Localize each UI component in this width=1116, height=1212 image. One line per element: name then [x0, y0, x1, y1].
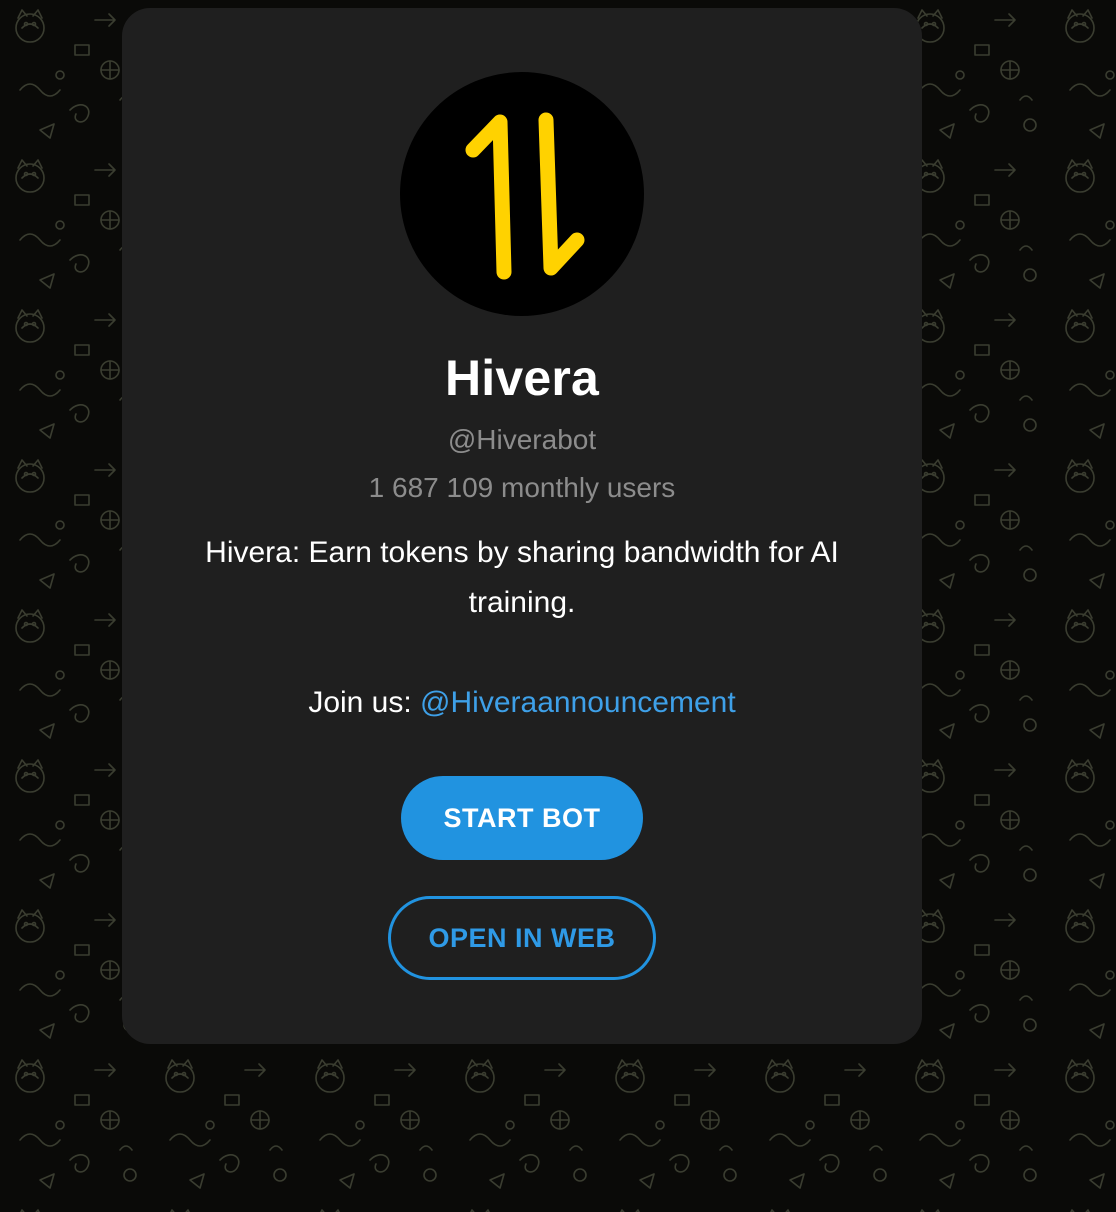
join-line: Join us: @Hiveraannouncement: [122, 678, 922, 728]
join-prefix: Join us:: [308, 686, 421, 719]
monthly-users-count: 1 687 109 monthly users: [368, 472, 676, 503]
bot-avatar: [400, 72, 644, 316]
bot-username: @Hiverabot: [447, 424, 597, 455]
up-down-arrows-icon: [465, 112, 585, 280]
start-bot-button[interactable]: START BOT: [401, 776, 643, 860]
bot-info-card: Hivera @Hiverabot 1 687 109 monthly user…: [122, 8, 922, 1044]
bot-description: Hivera: Earn tokens by sharing bandwidth…: [205, 536, 839, 619]
announcement-channel-link[interactable]: @Hiveraannouncement: [420, 686, 736, 719]
open-in-web-button[interactable]: OPEN IN WEB: [388, 896, 656, 980]
bot-name: Hivera: [444, 350, 600, 406]
